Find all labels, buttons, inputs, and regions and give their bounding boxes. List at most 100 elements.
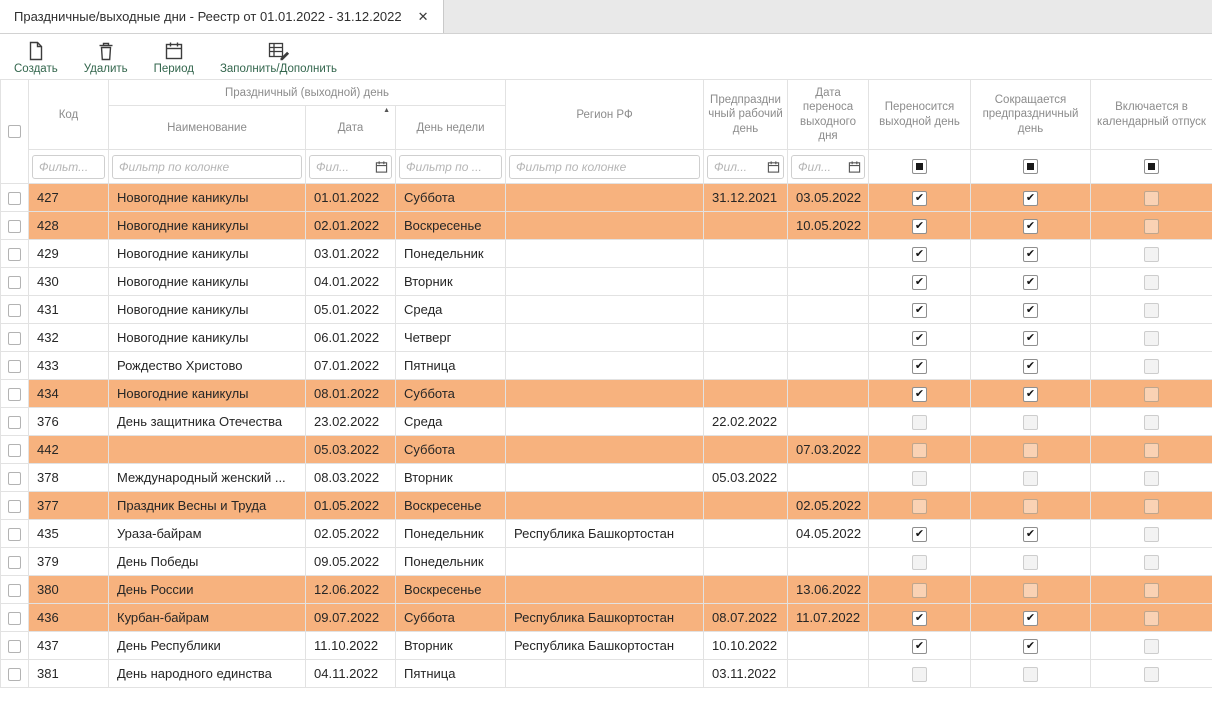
vacation-checkbox[interactable] (1144, 583, 1159, 598)
name-filter-input[interactable] (112, 155, 302, 179)
close-icon[interactable]: ✕ (418, 9, 429, 25)
table-row[interactable]: 431Новогодние каникулы05.01.2022Среда (1, 296, 1212, 324)
row-select-checkbox[interactable] (8, 304, 21, 317)
row-select-checkbox[interactable] (8, 416, 21, 429)
weekday-filter-input[interactable] (399, 155, 502, 179)
shortened-checkbox[interactable] (1023, 443, 1038, 458)
transferred-checkbox[interactable] (912, 443, 927, 458)
shortened-checkbox[interactable] (1023, 359, 1038, 374)
col-vacation[interactable]: Включается в календарный отпуск (1091, 80, 1212, 150)
code-filter-input[interactable] (32, 155, 105, 179)
transferred-checkbox[interactable] (912, 191, 927, 206)
vacation-checkbox[interactable] (1144, 219, 1159, 234)
vacation-checkbox[interactable] (1144, 387, 1159, 402)
vacation-checkbox[interactable] (1144, 527, 1159, 542)
transferred-checkbox[interactable] (912, 247, 927, 262)
col-region[interactable]: Регион РФ (506, 80, 704, 150)
vacation-checkbox[interactable] (1144, 639, 1159, 654)
table-row[interactable]: 379День Победы09.05.2022Понедельник (1, 548, 1212, 576)
table-row[interactable]: 432Новогодние каникулы06.01.2022Четверг (1, 324, 1212, 352)
row-select-checkbox[interactable] (8, 612, 21, 625)
col-preholiday[interactable]: Предпраздничный рабочий день (704, 80, 788, 150)
table-row[interactable]: 434Новогодние каникулы08.01.2022Суббота (1, 380, 1212, 408)
transferred-checkbox[interactable] (912, 359, 927, 374)
transferred-checkbox[interactable] (912, 415, 927, 430)
transferred-filter-checkbox[interactable] (912, 159, 927, 174)
col-code[interactable]: Код (29, 80, 109, 150)
vacation-checkbox[interactable] (1144, 555, 1159, 570)
row-select-checkbox[interactable] (8, 388, 21, 401)
vacation-checkbox[interactable] (1144, 331, 1159, 346)
row-select-checkbox[interactable] (8, 584, 21, 597)
vacation-checkbox[interactable] (1144, 191, 1159, 206)
col-weekday[interactable]: День недели (396, 106, 506, 150)
row-select-checkbox[interactable] (8, 444, 21, 457)
shortened-checkbox[interactable] (1023, 527, 1038, 542)
transferred-checkbox[interactable] (912, 611, 927, 626)
table-row[interactable]: 433Рождество Христово07.01.2022Пятница (1, 352, 1212, 380)
table-row[interactable]: 437День Республики11.10.2022ВторникРеспу… (1, 632, 1212, 660)
document-tab[interactable]: Праздничные/выходные дни - Реестр от 01.… (0, 0, 444, 33)
shortened-checkbox[interactable] (1023, 471, 1038, 486)
calendar-icon[interactable] (375, 160, 388, 173)
row-select-checkbox[interactable] (8, 360, 21, 373)
calendar-icon[interactable] (848, 160, 861, 173)
row-select-checkbox[interactable] (8, 248, 21, 261)
transferred-checkbox[interactable] (912, 471, 927, 486)
row-select-checkbox[interactable] (8, 528, 21, 541)
shortened-checkbox[interactable] (1023, 191, 1038, 206)
calendar-icon[interactable] (767, 160, 780, 173)
row-select-checkbox[interactable] (8, 556, 21, 569)
transferred-checkbox[interactable] (912, 331, 927, 346)
col-transfer-date[interactable]: Дата переноса выходного дня (788, 80, 869, 150)
row-select-checkbox[interactable] (8, 472, 21, 485)
table-row[interactable]: 380День России12.06.2022Воскресенье13.06… (1, 576, 1212, 604)
transferred-checkbox[interactable] (912, 527, 927, 542)
shortened-checkbox[interactable] (1023, 583, 1038, 598)
shortened-filter-checkbox[interactable] (1023, 159, 1038, 174)
vacation-checkbox[interactable] (1144, 275, 1159, 290)
table-row[interactable]: 428Новогодние каникулы02.01.2022Воскресе… (1, 212, 1212, 240)
shortened-checkbox[interactable] (1023, 219, 1038, 234)
transferred-checkbox[interactable] (912, 499, 927, 514)
table-row[interactable]: 376День защитника Отечества23.02.2022Сре… (1, 408, 1212, 436)
transferred-checkbox[interactable] (912, 303, 927, 318)
col-name[interactable]: Наименование (109, 106, 306, 150)
transferred-checkbox[interactable] (912, 667, 927, 682)
shortened-checkbox[interactable] (1023, 387, 1038, 402)
shortened-checkbox[interactable] (1023, 611, 1038, 626)
shortened-checkbox[interactable] (1023, 247, 1038, 262)
shortened-checkbox[interactable] (1023, 499, 1038, 514)
vacation-checkbox[interactable] (1144, 667, 1159, 682)
row-select-checkbox[interactable] (8, 500, 21, 513)
row-select-checkbox[interactable] (8, 220, 21, 233)
table-row[interactable]: 427Новогодние каникулы01.01.2022Суббота3… (1, 184, 1212, 212)
shortened-checkbox[interactable] (1023, 275, 1038, 290)
transferred-checkbox[interactable] (912, 583, 927, 598)
shortened-checkbox[interactable] (1023, 555, 1038, 570)
row-select-checkbox[interactable] (8, 640, 21, 653)
delete-button[interactable]: Удалить (84, 41, 128, 75)
row-select-checkbox[interactable] (8, 192, 21, 205)
shortened-checkbox[interactable] (1023, 415, 1038, 430)
vacation-checkbox[interactable] (1144, 499, 1159, 514)
shortened-checkbox[interactable] (1023, 303, 1038, 318)
vacation-checkbox[interactable] (1144, 611, 1159, 626)
col-date[interactable]: Дата ▲ (306, 106, 396, 150)
transferred-checkbox[interactable] (912, 387, 927, 402)
vacation-filter-checkbox[interactable] (1144, 159, 1159, 174)
period-button[interactable]: Период (154, 41, 194, 75)
table-row[interactable]: 429Новогодние каникулы03.01.2022Понедель… (1, 240, 1212, 268)
transferred-checkbox[interactable] (912, 639, 927, 654)
row-select-checkbox[interactable] (8, 276, 21, 289)
table-row[interactable]: 435Ураза-байрам02.05.2022ПонедельникРесп… (1, 520, 1212, 548)
transferred-checkbox[interactable] (912, 275, 927, 290)
fill-button[interactable]: Заполнить/Дополнить (220, 41, 337, 75)
row-select-checkbox[interactable] (8, 668, 21, 681)
table-row[interactable]: 430Новогодние каникулы04.01.2022Вторник (1, 268, 1212, 296)
select-all-checkbox[interactable] (8, 125, 21, 138)
table-row[interactable]: 44205.03.2022Суббота07.03.2022 (1, 436, 1212, 464)
shortened-checkbox[interactable] (1023, 667, 1038, 682)
region-filter-input[interactable] (509, 155, 700, 179)
transferred-checkbox[interactable] (912, 555, 927, 570)
